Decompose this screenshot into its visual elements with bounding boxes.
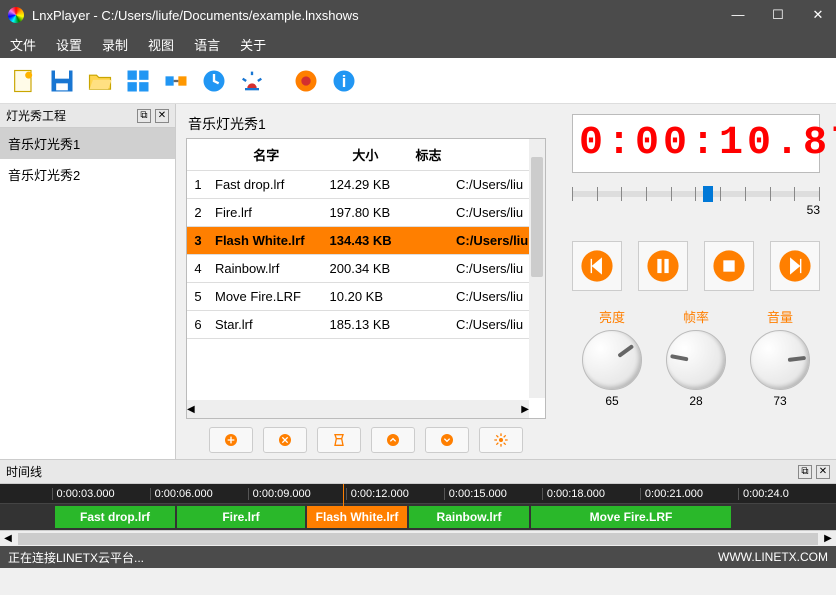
save-icon[interactable] [46, 65, 78, 97]
slider-value: 53 [572, 203, 820, 217]
titlebar: LnxPlayer - C:/Users/liufe/Documents/exa… [0, 0, 836, 30]
show-list: 音乐灯光秀1音乐灯光秀2 [0, 128, 175, 459]
timeline-track[interactable]: Fast drop.lrfFire.lrfFlash White.lrfRain… [0, 504, 836, 530]
status-url: WWW.LINETX.COM [718, 550, 828, 564]
alarm-icon[interactable] [236, 65, 268, 97]
table-vscrollbar[interactable] [529, 139, 545, 398]
connection-icon[interactable] [160, 65, 192, 97]
playlist-panel: 音乐灯光秀1 名字 大小 标志 1Fast drop.lrf124.29 KBC… [176, 104, 556, 459]
menu-view[interactable]: 视图 [148, 35, 174, 54]
playlist-title: 音乐灯光秀1 [186, 110, 546, 138]
show-item[interactable]: 音乐灯光秀2 [0, 159, 175, 190]
col-name[interactable]: 名字 [209, 139, 324, 171]
move-up-button[interactable] [371, 427, 415, 453]
info-icon[interactable]: i [328, 65, 360, 97]
settings-button[interactable] [479, 427, 523, 453]
close-button[interactable]: ✕ [808, 7, 828, 23]
toolbar: i [0, 58, 836, 104]
clear-button[interactable] [317, 427, 361, 453]
timeline-float-button[interactable]: ⧉ [798, 465, 812, 479]
menubar: 文件 设置 录制 视图 语言 关于 [0, 30, 836, 58]
svg-text:i: i [342, 72, 347, 90]
timeline-clip[interactable]: Fast drop.lrf [55, 506, 175, 528]
panel-close-button[interactable]: ✕ [155, 109, 169, 123]
remove-button[interactable] [263, 427, 307, 453]
menu-language[interactable]: 语言 [194, 35, 220, 54]
app-icon [8, 7, 24, 23]
playhead-icon[interactable] [343, 484, 344, 514]
pause-button[interactable] [638, 241, 688, 291]
timeline-hscrollbar[interactable]: ◀▶ [0, 530, 836, 546]
grid-icon[interactable] [122, 65, 154, 97]
table-hscrollbar[interactable]: ◀▶ [187, 400, 529, 418]
table-row[interactable]: 5Move Fire.LRF10.20 KBC:/Users/liu [187, 283, 545, 311]
panel-float-button[interactable]: ⧉ [137, 109, 151, 123]
prev-button[interactable] [572, 241, 622, 291]
status-message: 正在连接LINETX云平台... [8, 549, 718, 566]
statusbar: 正在连接LINETX云平台... WWW.LINETX.COM [0, 546, 836, 568]
table-row[interactable]: 2Fire.lrf197.80 KBC:/Users/liu [187, 199, 545, 227]
progress-slider[interactable]: 53 [572, 191, 820, 217]
timeline-clip[interactable]: Flash White.lrf [307, 506, 407, 528]
clock-icon[interactable] [198, 65, 230, 97]
timeline-clip[interactable]: Fire.lrf [177, 506, 305, 528]
timeline-ruler[interactable]: 0:00:03.0000:00:06.0000:00:09.0000:00:12… [0, 484, 836, 504]
timeline-clip[interactable]: Move Fire.LRF [531, 506, 731, 528]
move-down-button[interactable] [425, 427, 469, 453]
next-button[interactable] [770, 241, 820, 291]
timeline-title: 时间线 [6, 463, 794, 480]
new-icon[interactable] [8, 65, 40, 97]
col-size[interactable]: 大小 [324, 139, 408, 171]
window-title: LnxPlayer - C:/Users/liufe/Documents/exa… [32, 8, 728, 23]
stop-button[interactable] [704, 241, 754, 291]
timeline-clip[interactable]: Rainbow.lrf [409, 506, 529, 528]
menu-file[interactable]: 文件 [10, 35, 36, 54]
show-item[interactable]: 音乐灯光秀1 [0, 128, 175, 159]
timeline-close-button[interactable]: ✕ [816, 465, 830, 479]
playback-panel: 0:00:10.873 53 亮度 65 帧率 28 [556, 104, 836, 459]
time-display: 0:00:10.873 [572, 114, 820, 173]
brightness-knob[interactable]: 亮度 65 [572, 307, 652, 408]
timeline-panel: 时间线 ⧉ ✕ 0:00:03.0000:00:06.0000:00:09.00… [0, 459, 836, 546]
col-flag[interactable]: 标志 [407, 139, 450, 171]
menu-record[interactable]: 录制 [102, 35, 128, 54]
menu-about[interactable]: 关于 [240, 35, 266, 54]
volume-knob[interactable]: 音量 73 [740, 307, 820, 408]
add-button[interactable] [209, 427, 253, 453]
minimize-button[interactable]: — [728, 7, 748, 23]
table-row[interactable]: 4Rainbow.lrf200.34 KBC:/Users/liu [187, 255, 545, 283]
project-panel-title: 灯光秀工程 [6, 107, 133, 124]
menu-settings[interactable]: 设置 [56, 35, 82, 54]
record-icon[interactable] [290, 65, 322, 97]
fps-knob[interactable]: 帧率 28 [656, 307, 736, 408]
table-row[interactable]: 3Flash White.lrf134.43 KBC:/Users/liu [187, 227, 545, 255]
maximize-button[interactable]: ☐ [768, 7, 788, 23]
open-icon[interactable] [84, 65, 116, 97]
project-panel: 灯光秀工程 ⧉ ✕ 音乐灯光秀1音乐灯光秀2 [0, 104, 176, 459]
table-row[interactable]: 6Star.lrf185.13 KBC:/Users/liu [187, 311, 545, 339]
playlist-table: 名字 大小 标志 1Fast drop.lrf124.29 KBC:/Users… [186, 138, 546, 419]
table-row[interactable]: 1Fast drop.lrf124.29 KBC:/Users/liu [187, 171, 545, 199]
